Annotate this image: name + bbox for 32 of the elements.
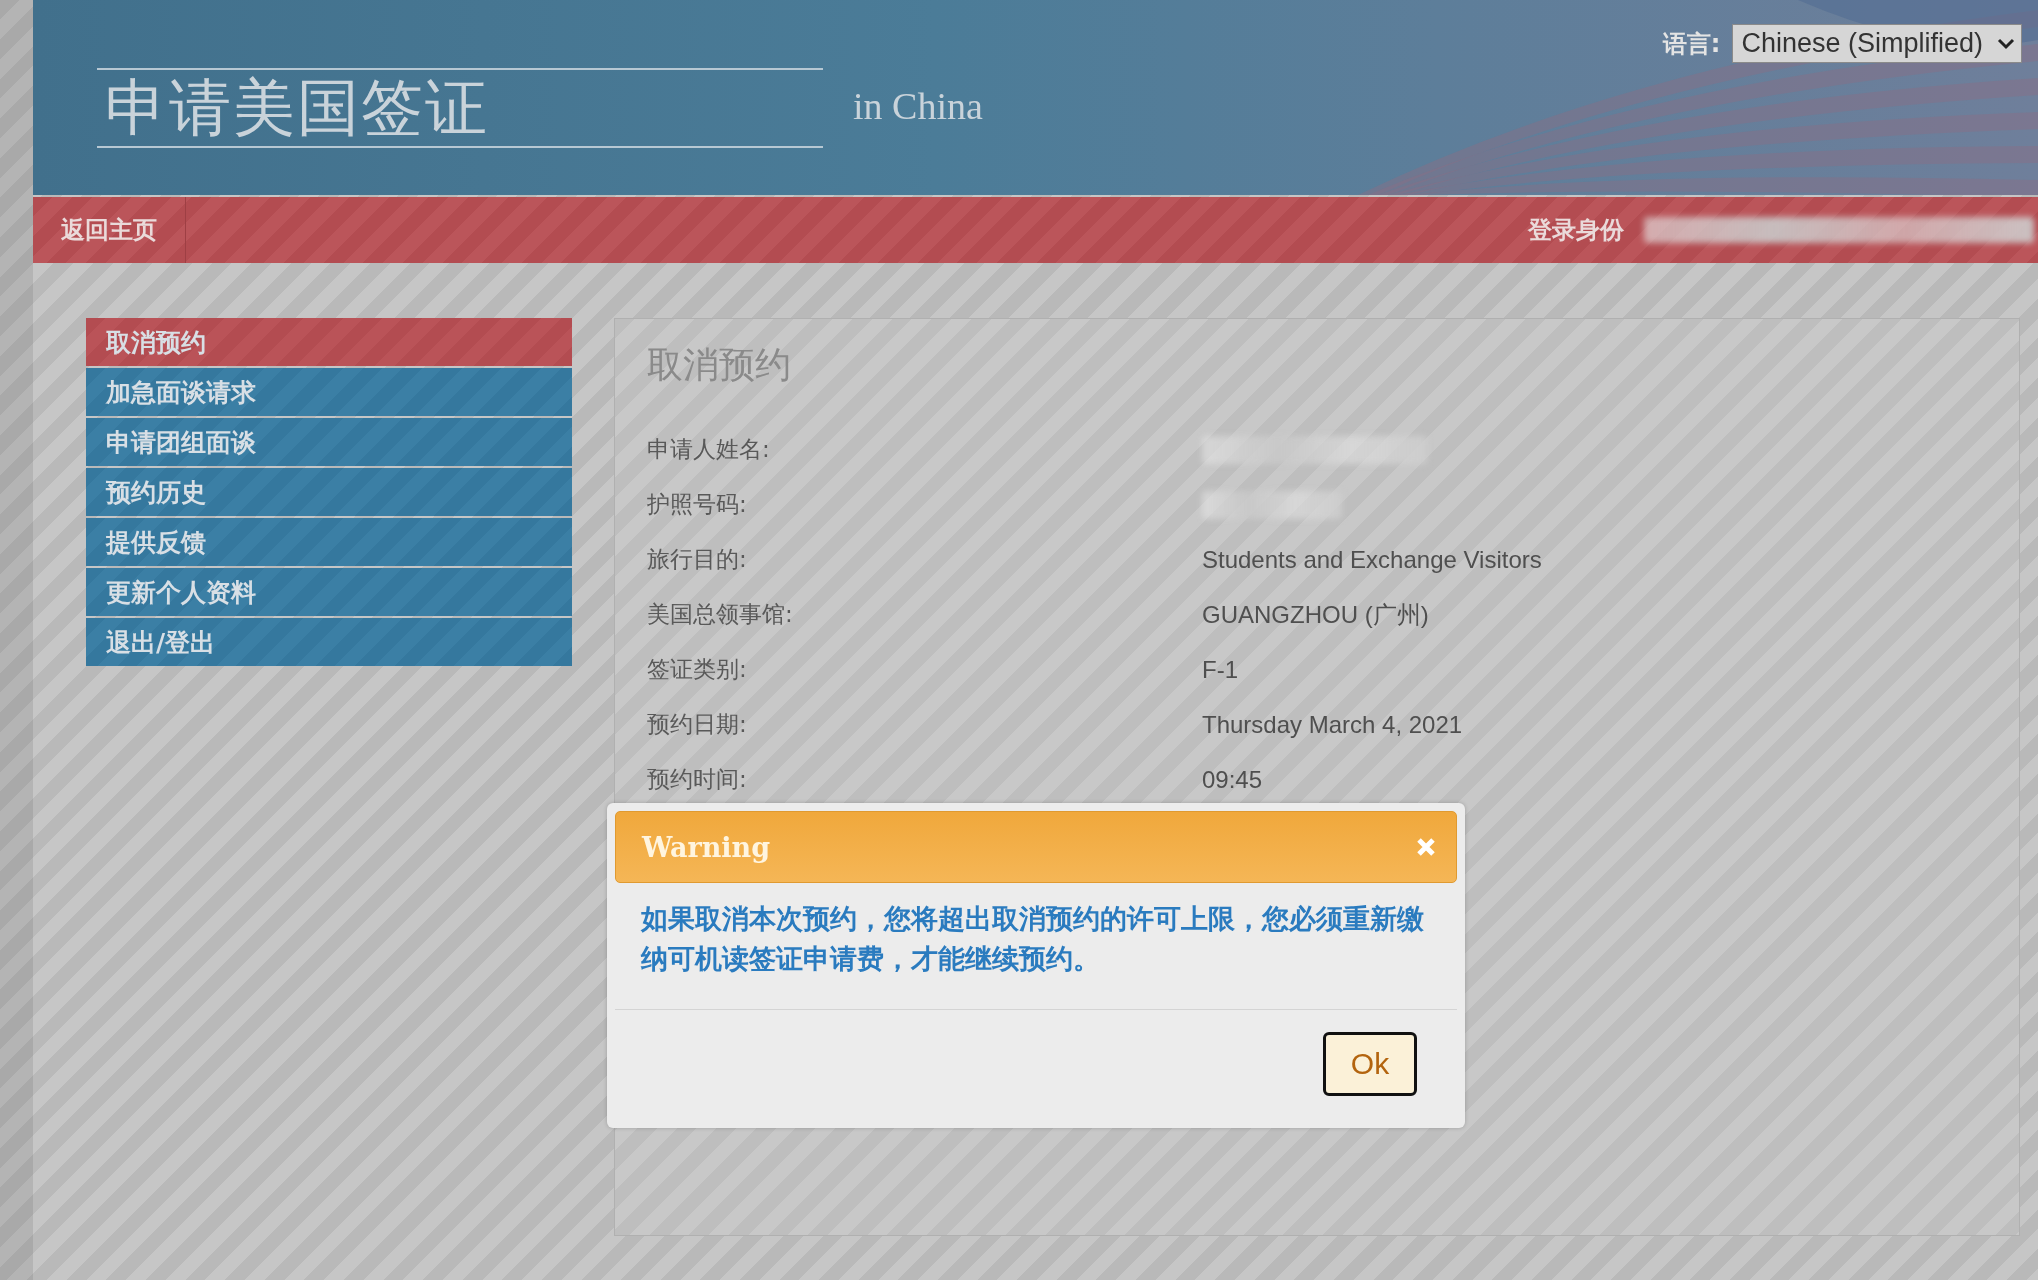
- ok-button[interactable]: Ok: [1323, 1032, 1417, 1096]
- sidebar-item[interactable]: 退出/登出: [86, 618, 572, 666]
- field-label: 美国总领事馆:: [647, 600, 794, 629]
- sidebar-item[interactable]: 申请团组面谈: [86, 418, 572, 466]
- field-value: GUANGZHOU (广州): [1202, 599, 1430, 630]
- panel-title: 取消预约: [647, 343, 792, 387]
- sidebar-item[interactable]: 加急面谈请求: [86, 368, 572, 416]
- dialog-title: Warning: [642, 831, 771, 863]
- field-label: 护照号码:: [647, 490, 748, 519]
- dialog-message: 如果取消本次预约，您将超出取消预约的许可上限，您必须重新缴纳可机读签证申请费，才能继续预约。: [615, 883, 1457, 1010]
- site-subtitle: in China: [853, 83, 983, 128]
- site-title: 申请美国签证: [105, 71, 490, 144]
- field-label: 预约日期:: [647, 710, 748, 739]
- field-label: 申请人姓名:: [647, 435, 771, 464]
- field-label: 旅行目的:: [647, 545, 748, 574]
- home-link[interactable]: 返回主页: [33, 197, 186, 263]
- field-value: Thursday March 4, 2021: [1202, 710, 1464, 739]
- sidebar-item[interactable]: 提供反馈: [86, 518, 572, 566]
- field-value: Students and Exchange Visitors: [1202, 545, 1543, 574]
- language-label: 语言:: [1662, 28, 1721, 60]
- sidebar-item[interactable]: 预约历史: [86, 468, 572, 516]
- chevron-down-icon: [1997, 37, 2015, 50]
- field-value: F-1: [1202, 655, 1239, 684]
- field-label: 签证类别:: [647, 655, 748, 684]
- login-label: 登录身份: [1528, 215, 1624, 246]
- close-icon: [1416, 837, 1436, 857]
- sidebar-item[interactable]: 更新个人资料: [86, 568, 572, 616]
- sidebar-item[interactable]: 取消预约: [86, 318, 572, 366]
- field-value: 09:45: [1202, 765, 1264, 794]
- language-select[interactable]: Chinese (Simplified): [1732, 24, 2022, 63]
- field-label: 预约时间:: [647, 765, 748, 794]
- close-button[interactable]: [1416, 837, 1436, 857]
